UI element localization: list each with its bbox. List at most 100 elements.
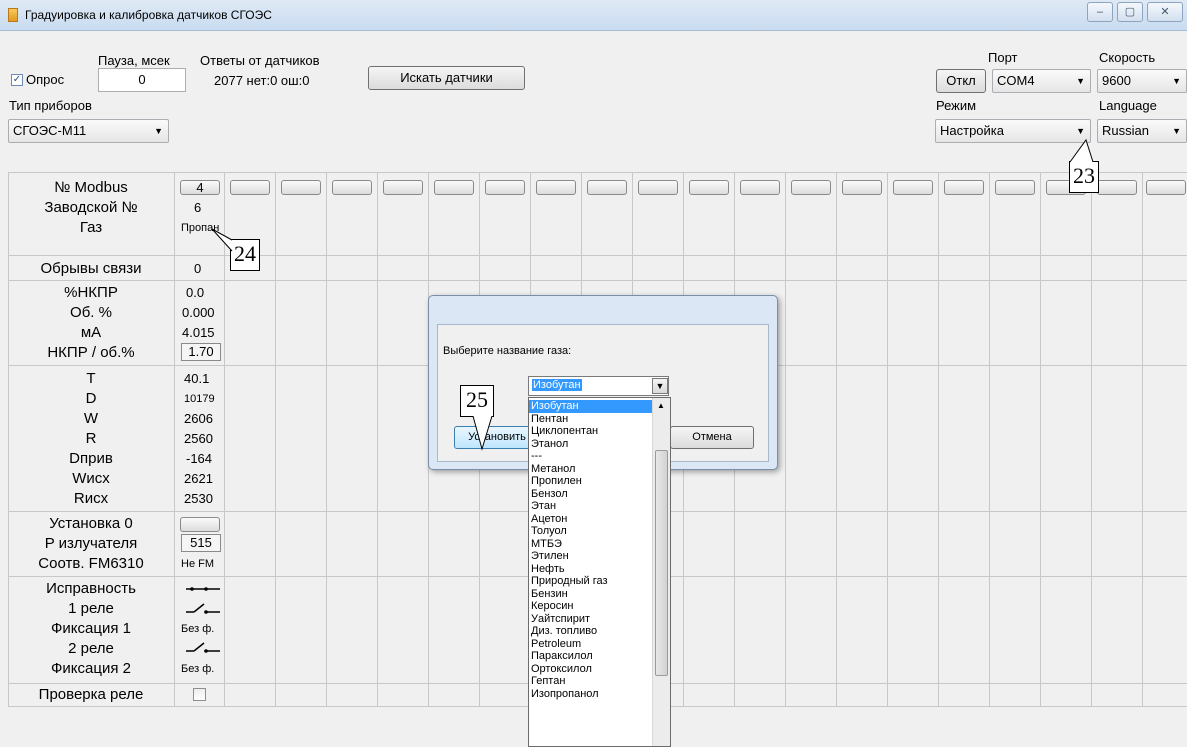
relay-check-checkbox-1[interactable]: [193, 688, 206, 701]
modbus-button[interactable]: [587, 180, 627, 195]
emitter-button-1[interactable]: 515: [181, 534, 221, 552]
wisx-value-1: 2621: [184, 471, 213, 486]
title-bar: Градуировка и калибровка датчиков СГОЭС …: [0, 0, 1187, 31]
list-item[interactable]: Толуол: [531, 525, 567, 538]
modbus-button-1[interactable]: 4: [180, 180, 220, 195]
search-sensors-button[interactable]: Искать датчики: [368, 66, 525, 90]
modbus-button[interactable]: [689, 180, 729, 195]
list-item[interactable]: МТБЭ: [531, 538, 562, 551]
dpriv-value-1: -164: [186, 451, 213, 466]
list-item[interactable]: Нефть: [531, 563, 565, 576]
device-type-select[interactable]: СГОЭС-М11 ▼: [8, 119, 169, 143]
list-item[interactable]: Бензин: [531, 588, 568, 601]
modbus-button[interactable]: [893, 180, 933, 195]
list-item[interactable]: Бензол: [531, 488, 568, 501]
row-label-gas: Газ: [79, 219, 103, 236]
minimize-button[interactable]: –: [1087, 2, 1113, 22]
row-label-risx: Rисх: [73, 490, 109, 507]
list-item[interactable]: Метанол: [531, 463, 575, 476]
callout-23: 23: [1069, 161, 1099, 193]
list-item[interactable]: ---: [531, 450, 542, 463]
modbus-button[interactable]: [1146, 180, 1186, 195]
speed-value: 9600: [1102, 73, 1131, 88]
list-item[interactable]: Ортоксилол: [531, 663, 592, 676]
modbus-button[interactable]: [1097, 180, 1137, 195]
list-item[interactable]: Petroleum: [531, 638, 581, 651]
list-item[interactable]: Этанол: [531, 438, 568, 451]
zero-button-1[interactable]: [180, 517, 220, 532]
list-item[interactable]: Гептан: [531, 675, 565, 688]
speed-label: Скорость: [1099, 50, 1156, 65]
window-title: Градуировка и калибровка датчиков СГОЭС: [25, 8, 272, 22]
lel-vol-button-1[interactable]: 1.70: [181, 343, 221, 361]
modbus-button[interactable]: [281, 180, 321, 195]
maximize-button[interactable]: ▢: [1117, 2, 1143, 22]
row-label-vol: Об. %: [70, 304, 112, 321]
modbus-button[interactable]: [536, 180, 576, 195]
modbus-button[interactable]: [230, 180, 270, 195]
list-item[interactable]: Ацетон: [531, 513, 567, 526]
relay-closed-icon: [186, 587, 220, 591]
d-value-1: 10179: [184, 393, 215, 405]
gas-combobox[interactable]: Изобутан ▼: [528, 376, 669, 396]
language-select[interactable]: Russian ▼: [1097, 119, 1187, 143]
list-item[interactable]: Изобутан: [531, 400, 579, 413]
list-item[interactable]: Пентан: [531, 413, 568, 426]
scroll-thumb[interactable]: [655, 450, 668, 676]
modbus-button[interactable]: [638, 180, 678, 195]
language-label: Language: [1099, 98, 1157, 113]
poll-label: Опрос: [26, 72, 65, 87]
callout-25: 25: [460, 385, 494, 417]
row-label-fix2: Фиксация 2: [51, 660, 131, 677]
t-value-1: 40.1: [184, 371, 210, 386]
chevron-down-icon[interactable]: ▼: [652, 378, 668, 394]
modbus-button[interactable]: [842, 180, 882, 195]
fix2-value-1: Без ф.: [181, 663, 215, 675]
row-label-d: D: [85, 390, 97, 407]
list-item[interactable]: Керосин: [531, 600, 573, 613]
port-select[interactable]: COM4 ▼: [992, 69, 1091, 93]
row-label-health: Исправность: [46, 580, 136, 597]
row-label-t: T: [86, 370, 96, 387]
list-item[interactable]: Этилен: [531, 550, 569, 563]
list-item[interactable]: Пропилен: [531, 475, 582, 488]
list-item[interactable]: Уайтспирит: [531, 613, 590, 626]
chevron-down-icon: ▼: [1076, 76, 1085, 86]
row-label-relay2: 2 реле: [68, 640, 114, 657]
modbus-button[interactable]: [485, 180, 525, 195]
modbus-button[interactable]: [995, 180, 1035, 195]
row-label-r: R: [85, 430, 97, 447]
serial-value-1: 6: [194, 200, 202, 215]
responses-label: Ответы от датчиков: [200, 53, 320, 68]
modbus-button[interactable]: [944, 180, 984, 195]
language-value: Russian: [1102, 123, 1149, 138]
chevron-up-icon[interactable]: ▲: [657, 401, 665, 410]
row-label-link-breaks: Обрывы связи: [40, 260, 142, 277]
row-label-w: W: [83, 410, 99, 427]
list-item[interactable]: Диз. топливо: [531, 625, 597, 638]
list-item[interactable]: Изопропанол: [531, 688, 599, 701]
row-label-relay-check: Проверка реле: [38, 686, 144, 703]
disconnect-button[interactable]: Откл: [936, 69, 986, 93]
list-item[interactable]: Этан: [531, 500, 556, 513]
app-icon: [8, 8, 18, 22]
modbus-button[interactable]: [434, 180, 474, 195]
mode-value: Настройка: [940, 123, 1004, 138]
speed-select[interactable]: 9600 ▼: [1097, 69, 1187, 93]
modbus-button[interactable]: [383, 180, 423, 195]
pause-input[interactable]: 0: [98, 68, 186, 92]
scrollbar[interactable]: ▲: [652, 398, 670, 746]
modbus-button[interactable]: [740, 180, 780, 195]
list-item[interactable]: Природный газ: [531, 575, 608, 588]
port-value: COM4: [997, 73, 1035, 88]
mode-label: Режим: [936, 98, 977, 113]
poll-checkbox[interactable]: ✓: [11, 74, 23, 86]
list-item[interactable]: Циклопентан: [531, 425, 598, 438]
close-button[interactable]: ✕: [1147, 2, 1183, 22]
relay-open-icon: [186, 642, 220, 653]
modbus-button[interactable]: [791, 180, 831, 195]
modbus-button[interactable]: [332, 180, 372, 195]
list-item[interactable]: Параксилол: [531, 650, 593, 663]
cancel-button[interactable]: Отмена: [670, 426, 754, 449]
risx-value-1: 2530: [184, 491, 213, 506]
